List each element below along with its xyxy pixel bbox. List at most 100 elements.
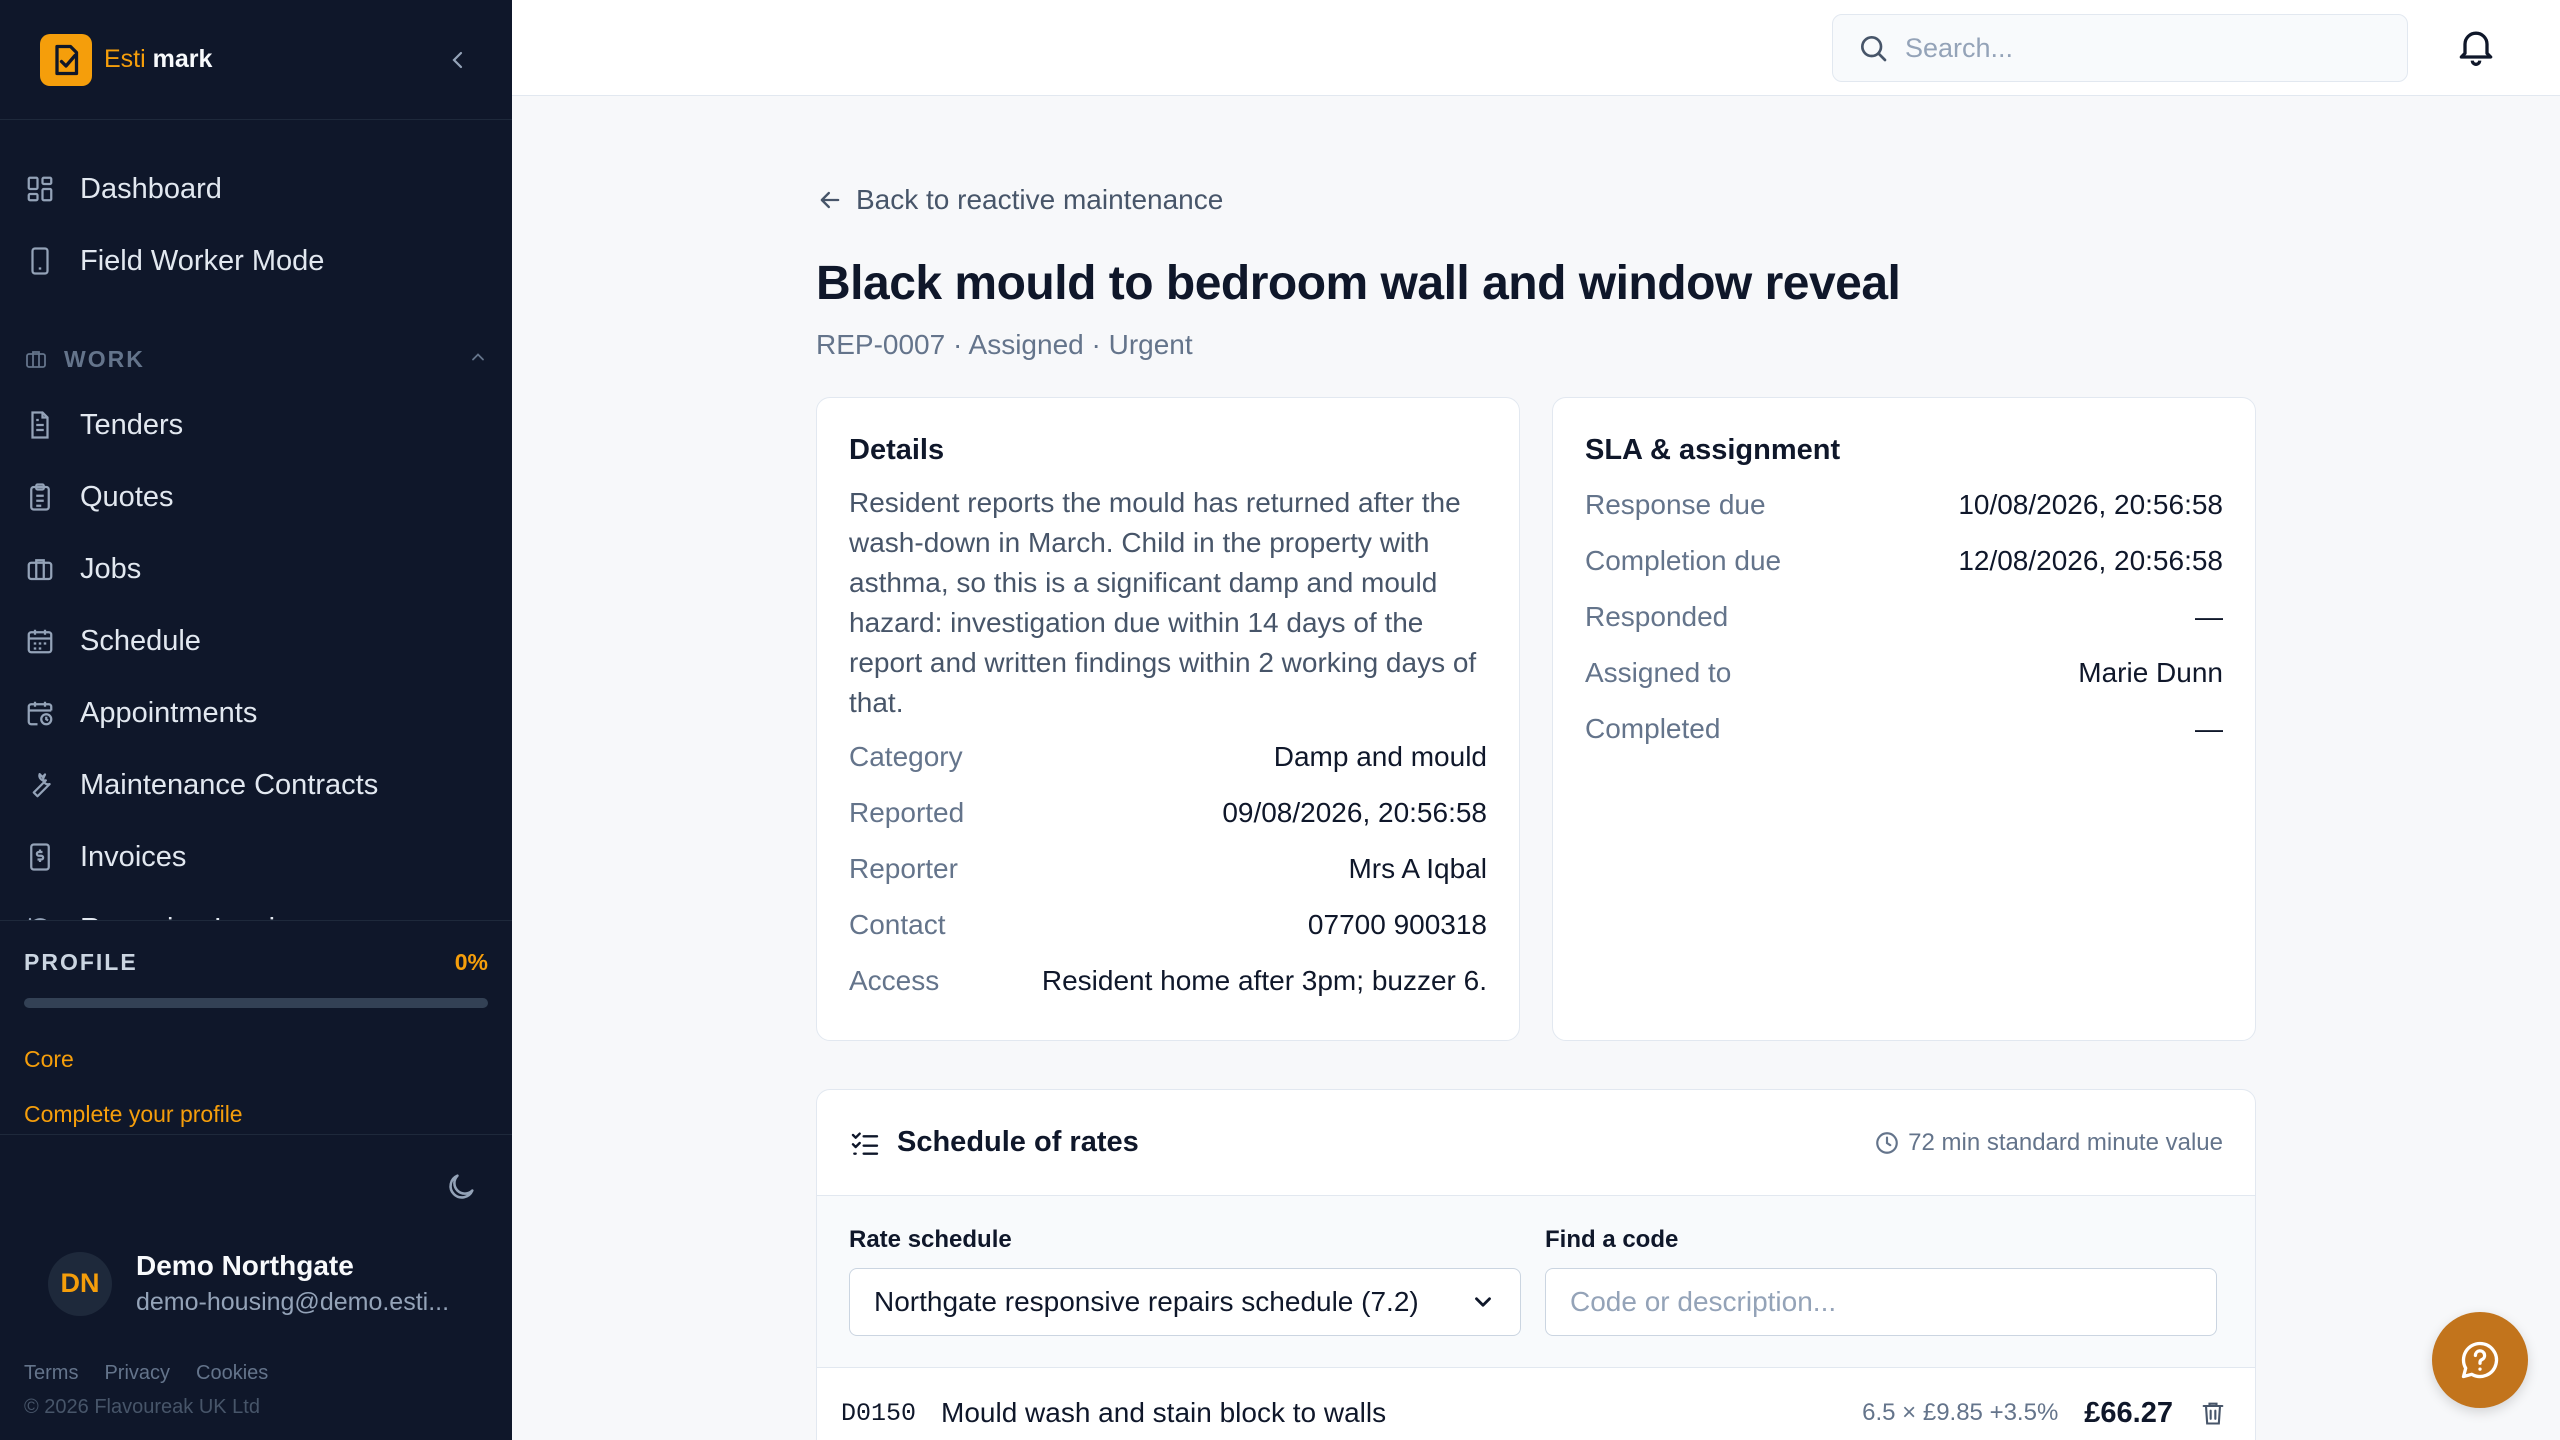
sla-row: Completion due 12/08/2026, 20:56:58 [1585,533,2223,589]
sidebar-item-recurring-invoices[interactable]: Recurring Invoices [0,893,512,921]
detail-label: Reported [849,797,965,828]
sla-value: — [2195,713,2223,744]
sla-label: Response due [1585,489,1766,520]
brand-name-part1: Esti [104,45,146,73]
sidebar-item-invoices[interactable]: Invoices [0,821,512,893]
wrench-icon [24,769,56,801]
rate-schedule-value: Northgate responsive repairs schedule (7… [874,1286,1419,1317]
details-description: Resident reports the mould has returned … [849,487,1477,718]
sidebar-item-tenders[interactable]: Tenders [0,389,512,461]
sidebar-item-maintenance-contracts[interactable]: Maintenance Contracts [0,749,512,821]
moon-icon [449,1174,474,1199]
detail-row: Access Resident home after 3pm; buzzer 6. [849,953,1487,1009]
chevron-down-icon [1475,1297,1491,1307]
search-box[interactable] [1832,14,2408,82]
dashboard-icon [24,173,56,205]
briefcase-icon [24,345,52,373]
sla-label: Completed [1585,713,1721,744]
detail-row: Category Damp and mould [849,729,1487,785]
cookies-link[interactable]: Cookies [196,1362,268,1385]
rate-schedule-select[interactable]: Northgate responsive repairs schedule (7… [849,1268,1521,1336]
sla-value: 12/08/2026, 20:56:58 [1958,545,2223,576]
complete-profile-link[interactable]: Complete your profile [24,1101,488,1128]
app-logo-icon[interactable] [40,33,92,86]
details-title: Details [849,434,945,466]
detail-label: Contact [849,909,946,940]
page-meta: REP-0007 · Assigned · Urgent [816,329,1193,360]
sidebar-item-jobs[interactable]: Jobs [0,533,512,605]
notifications-button[interactable] [2454,24,2498,68]
find-code-input[interactable] [1570,1286,2192,1318]
detail-label: Category [849,741,963,772]
profile-progress-bar [24,998,488,1008]
theme-toggle-button[interactable] [444,1170,478,1204]
sla-row: Completed — [1585,701,2223,757]
detail-value: Damp and mould [1273,741,1487,772]
detail-row: Reported 09/08/2026, 20:56:58 [849,785,1487,841]
detail-row: Contact 07700 900318 [849,897,1487,953]
main-content: Back to reactive maintenance Black mould… [816,96,2256,1440]
back-link-label: Back to reactive maintenance [856,184,1224,215]
clipboard-icon [24,481,56,513]
help-chat-button[interactable] [2432,1312,2528,1408]
privacy-link[interactable]: Privacy [104,1362,170,1385]
detail-value: 07700 900318 [1307,909,1487,940]
sor-title: Schedule of rates [897,1126,1139,1158]
find-code-label: Find a code [1545,1226,1679,1253]
sidebar-item-dashboard[interactable]: Dashboard [0,153,512,225]
rate-price: £66.27 [2084,1396,2173,1429]
detail-label: Reporter [849,853,958,884]
sidebar-item-label: Maintenance Contracts [80,768,379,801]
page-title: Black mould to bedroom wall and window r… [816,257,1901,310]
trash-icon[interactable] [2199,1399,2227,1427]
terms-link[interactable]: Terms [24,1362,78,1385]
sla-label: Responded [1585,601,1729,632]
search-input[interactable] [1905,32,2385,64]
rate-code: D0150 [841,1398,917,1428]
rate-calculation: 6.5 × £9.85 +3.5% [1862,1399,2059,1426]
clock-icon [1876,1131,1898,1154]
sla-label: Assigned to [1585,657,1732,688]
sidebar-item-label: Invoices [80,840,187,873]
back-link[interactable]: Back to reactive maintenance [816,184,2256,216]
sidebar-item-appointments[interactable]: Appointments [0,677,512,749]
calendar-clock-icon [24,697,56,729]
detail-row: Reporter Mrs A Iqbal [849,841,1487,897]
invoice-icon [24,841,56,873]
section-work-toggle[interactable]: WORK [0,329,512,389]
sidebar-item-field-worker-mode[interactable]: Field Worker Mode [0,225,512,297]
collapse-sidebar-button[interactable] [444,46,472,74]
arrow-left-icon [820,191,840,209]
topbar [512,0,2560,96]
detail-value: Resident home after 3pm; buzzer 6. [1041,965,1487,996]
rate-line-row: D0150 Mould wash and stain block to wall… [817,1368,2255,1440]
phone-icon [24,245,56,277]
section-label: WORK [64,345,145,372]
rate-description: Mould wash and stain block to walls [941,1397,1387,1428]
sidebar-item-label: Jobs [80,552,142,585]
sidebar-item-label: Quotes [80,480,174,513]
profile-percent: 0% [454,949,488,975]
sla-title: SLA & assignment [1585,434,1841,466]
sla-value: Marie Dunn [2078,657,2223,688]
sla-label: Completion due [1585,545,1782,576]
sla-value: 10/08/2026, 20:56:58 [1958,489,2223,520]
sidebar-item-schedule[interactable]: Schedule [0,605,512,677]
smv-text: 72 min standard minute value [1908,1128,2223,1156]
search-icon [1861,36,1887,62]
sidebar-item-quotes[interactable]: Quotes [0,461,512,533]
briefcase-icon [24,553,56,585]
sla-row: Responded — [1585,589,2223,645]
chevron-left-icon [452,51,463,68]
brand-name: Esti mark [104,45,212,74]
list-checks-icon [851,1131,879,1155]
document-icon [24,409,56,441]
user-account[interactable]: DN Demo Northgate demo-housing@demo.esti… [48,1250,449,1317]
find-code-field[interactable] [1545,1268,2217,1336]
brand-name-part2: mark [152,45,213,73]
detail-value: Mrs A Iqbal [1348,853,1487,884]
profile-tier: Core [24,1046,74,1072]
schedule-of-rates-card: Schedule of rates 72 min standard minute… [816,1089,2256,1440]
detail-value: 09/08/2026, 20:56:58 [1222,797,1487,828]
sidebar-nav[interactable]: Dashboard Field Worker Mode WORK Tenders… [0,121,512,921]
